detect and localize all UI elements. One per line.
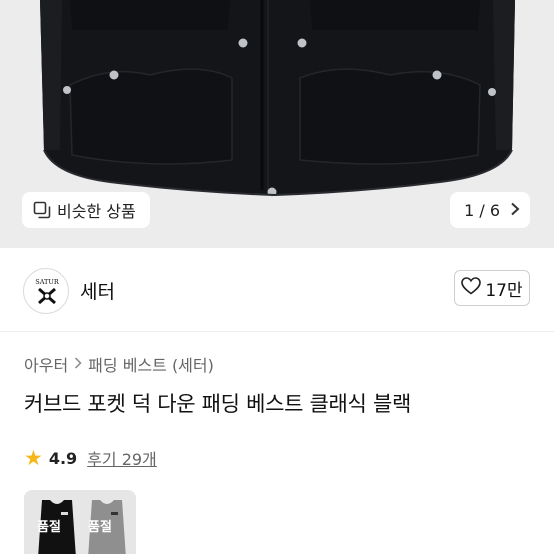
copy-icon <box>33 201 51 219</box>
product-title: 커브드 포켓 덕 다운 패딩 베스트 클래식 블랙 <box>24 392 411 416</box>
like-button[interactable]: 17만 <box>454 270 530 306</box>
product-image[interactable]: 비슷한 상품 1 / 6 <box>0 0 554 248</box>
heart-icon <box>461 276 482 300</box>
breadcrumb-item-outer[interactable]: 아우터 <box>24 352 68 376</box>
rating-value: 4.9 <box>48 448 78 468</box>
soldout-badge: 품절 <box>37 520 61 535</box>
shop-row: SATUR 세터 17만 <box>0 248 554 332</box>
rating-row: ★ 4.9 후기 29개 <box>24 446 157 470</box>
shop-name[interactable]: 세터 <box>80 277 115 304</box>
chevron-right-icon <box>74 355 82 373</box>
like-count: 17만 <box>485 280 523 301</box>
similar-products-button[interactable]: 비슷한 상품 <box>22 192 150 228</box>
soldout-badge: 품절 <box>88 520 112 535</box>
image-counter: 1 / 6 <box>464 200 500 220</box>
color-options[interactable]: 품절 품절 <box>24 490 136 554</box>
shop-logo[interactable]: SATUR <box>23 268 69 314</box>
breadcrumb-item-padding-vest[interactable]: 패딩 베스트 (세터) <box>88 352 214 376</box>
breadcrumb: 아우터 패딩 베스트 (세터) <box>24 352 214 376</box>
reviews-link[interactable]: 후기 29개 <box>87 446 157 470</box>
image-counter-button[interactable]: 1 / 6 <box>450 192 530 228</box>
chevron-right-icon <box>510 201 520 220</box>
svg-text:SATUR: SATUR <box>35 278 60 286</box>
star-icon: ★ <box>24 445 43 470</box>
similar-products-label: 비슷한 상품 <box>57 202 136 221</box>
satur-logo-icon: SATUR <box>35 278 60 305</box>
